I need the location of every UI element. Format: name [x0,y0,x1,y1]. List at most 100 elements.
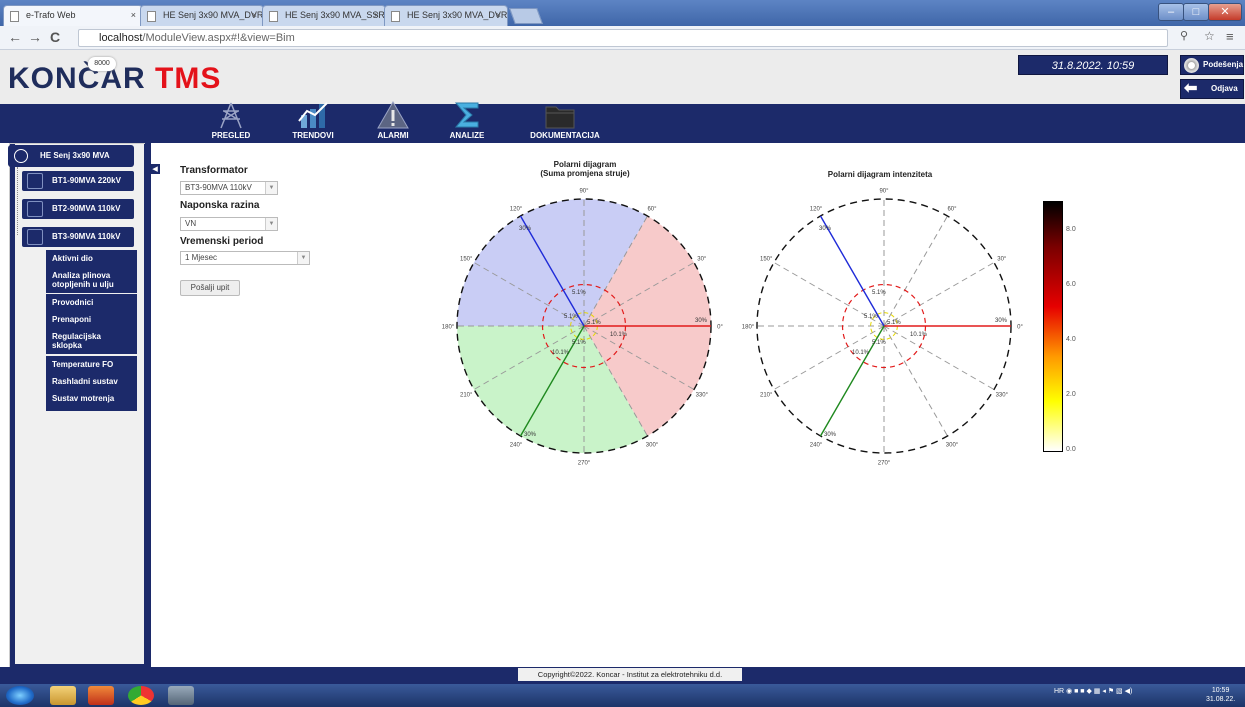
start-button-icon[interactable] [6,686,34,705]
subitem-sustav-motrenja[interactable]: Sustav motrenja [46,390,137,411]
close-tab-icon[interactable]: × [374,10,379,20]
submit-query-button[interactable]: Pošalji upit [180,280,240,296]
angle-tick-label: 60° [947,207,957,213]
spoke-line [883,325,948,437]
folder-icon [545,106,575,129]
settings-button[interactable]: Podešenja [1180,55,1244,75]
voltage-label: Naponska razina [180,200,260,211]
paint-icon[interactable] [168,686,194,705]
badge: 8000 [88,57,116,71]
browser-tab[interactable]: HE Senj 3x90 MVA_DVR_2 × [140,5,264,26]
browser-tab-bar: e-Trafo Web × HE Senj 3x90 MVA_DVR_2 × HE … [0,0,1245,26]
angle-tick-label: 120° [510,207,523,213]
app-icon[interactable] [88,686,114,705]
transformer-value: BT3-90MVA 110kV [185,183,252,192]
browser-tab[interactable]: HE Senj 3x90 MVA_DVR_2 × [384,5,508,26]
nav-alarmi[interactable]: ALARMI [353,101,433,142]
nav-label: ANALIZE [449,131,485,140]
tree-root-label: HE Senj 3x90 MVA [40,151,110,160]
tab-label: e-Trafo Web [26,10,76,20]
subitem-aktivni-dio[interactable]: Aktivni dio [46,250,137,267]
tree-node-bt3[interactable]: BT3-90MVA 110kV [22,227,134,247]
angle-tick-label: 60° [647,207,657,213]
period-select[interactable]: 1 Mjesec ▼ [180,251,310,265]
logout-label: Odjava [1211,84,1238,93]
panel-divider [145,143,151,667]
tab-label: HE Senj 3x90 MVA_DVR_2 [407,10,508,20]
subitem-provodnici[interactable]: Provodnici [46,294,137,311]
taskbar-clock[interactable]: 10:59 31.08.22. [1206,686,1235,704]
radial-label: 10.1% [852,350,870,356]
nav-pregled[interactable]: PREGLED [191,101,271,142]
address-bar: ← → C localhost/ModuleView.aspx#!&view=B… [0,26,1245,50]
url-path: /ModuleView.aspx#!&view=Bim [142,32,295,44]
spoke-line [883,262,995,327]
chevron-down-icon: ▼ [265,182,277,194]
browser-tab[interactable]: e-Trafo Web × [3,5,143,26]
close-tab-icon[interactable]: × [496,10,501,20]
tree-node-label: BT2-90MVA 110kV [52,204,121,213]
tree-root-item[interactable]: HE Senj 3x90 MVA [8,145,134,167]
transformer-select[interactable]: BT3-90MVA 110kV ▼ [180,181,278,195]
transformer-label: Transformator [180,165,248,176]
language-indicator[interactable]: HR [1054,688,1064,695]
angle-tick-label: 270° [878,461,891,467]
tree-node-bt1[interactable]: BT1-90MVA 220kV [22,171,134,191]
spoke-line [883,215,948,327]
radial-label: 5.1% [872,340,886,346]
subitem-temperature-fo[interactable]: Temperature FO [46,356,137,373]
angle-tick-label: 120° [810,207,823,213]
radial-label: 30% [824,432,837,438]
back-icon[interactable]: ← [8,29,22,45]
logo-koncar: KONČAR [8,62,146,95]
close-tab-icon[interactable]: × [252,10,257,20]
bookmark-star-icon[interactable]: ☆ [1204,29,1215,43]
maximize-button[interactable]: □ [1183,3,1209,21]
gear-icon [1184,58,1199,73]
minimize-button[interactable]: – [1158,3,1184,21]
angle-tick-label: 330° [696,393,709,399]
radial-label: 10.1% [610,332,628,338]
polar-chart-current: 0° 30° 60° 90° 120° 150° 180° 210° 240° 270° 300° 3… [442,189,724,467]
tray-icons: ◉ ■ ■ ◆ ▦ ◂ ⚑ ▧ ◀) [1066,688,1133,695]
new-tab-button[interactable] [509,8,543,24]
nav-analize[interactable]: ANALIZE [427,101,507,142]
clock-date: 31.08.22. [1206,696,1236,703]
chevron-down-icon: ▼ [265,218,277,230]
angle-tick-label: 240° [810,442,823,448]
extension-icon[interactable]: ⚲ [1180,29,1188,42]
radial-label: 10.1% [552,350,570,356]
nav-dokumentacija[interactable]: DOKUMENTACIJA [520,101,610,142]
phase-vector [819,215,885,327]
reload-icon[interactable]: C [50,29,60,45]
voltage-value: VN [185,219,197,228]
menu-icon[interactable]: ≡ [1226,29,1234,44]
transformer-icon [27,173,43,189]
tab-label: HE Senj 3x90 MVA_DVR_2 [163,10,264,20]
logout-button[interactable]: ⬅ Odjava [1180,79,1244,99]
angle-tick-label: 90° [879,189,889,195]
forward-icon[interactable]: → [28,29,42,45]
file-explorer-icon[interactable] [50,686,76,705]
tree-node-label: BT3-90MVA 110kV [52,232,121,241]
tree-node-bt2[interactable]: BT2-90MVA 110kV [22,199,134,219]
colorbar-tick: 0.0 [1066,446,1076,453]
angle-tick-label: 300° [946,442,959,448]
voltage-select[interactable]: VN ▼ [180,217,278,231]
radial-label: 5.1% [572,340,586,346]
colorbar-tick: 2.0 [1066,391,1076,398]
nav-trendovi[interactable]: TRENDOVI [273,101,353,142]
subitem-regulacijska-sklopka[interactable]: Regulacijska sklopka [46,328,137,354]
angle-tick-label: 0° [1017,325,1023,331]
url-input[interactable]: localhost/ModuleView.aspx#!&view=Bim [78,29,1168,47]
subitem-rashladni-sustav[interactable]: Rashladni sustav [46,373,137,390]
chrome-icon[interactable] [128,686,154,705]
subitem-prenaponi[interactable]: Prenaponi [46,311,137,328]
close-tab-icon[interactable]: × [131,10,136,20]
angle-tick-label: 90° [579,189,589,195]
subitem-analiza-plinova[interactable]: Analiza plinova otopljenih u ulju [46,267,137,293]
close-window-button[interactable]: ✕ [1208,3,1242,21]
spoke-line [883,325,995,390]
collapse-panel-icon[interactable]: ◂ [150,164,160,175]
browser-tab[interactable]: HE Senj 3x90 MVA_SSR_2 × [262,5,386,26]
